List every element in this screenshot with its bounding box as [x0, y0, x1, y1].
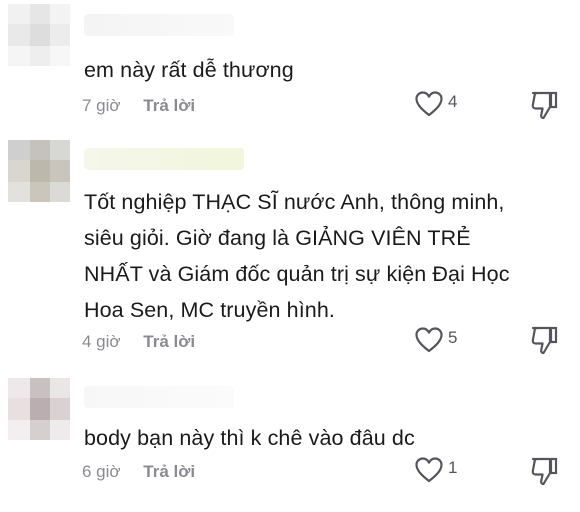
thumbs-down-icon [531, 457, 558, 486]
like-count: 4 [448, 92, 458, 111]
comment-text: body bạn này thì k chê vào đâu dc [84, 426, 415, 450]
reply-button[interactable]: Trả lời [143, 462, 195, 482]
like-count: 5 [448, 328, 458, 347]
comment-meta: 6 giờ Trả lời [82, 462, 195, 482]
like-button[interactable]: 4 [414, 88, 470, 120]
reply-button[interactable]: Trả lời [143, 332, 195, 352]
dislike-button[interactable] [527, 88, 561, 122]
comment-time: 6 giờ [82, 462, 121, 481]
comment-meta: 7 giờ Trả lời [82, 96, 195, 116]
like-count: 1 [448, 458, 458, 477]
heart-outline-icon [415, 327, 443, 353]
thumbs-down-icon [531, 91, 558, 120]
comment-item: body bạn này thì k chê vào đâu dc 6 giờ … [0, 370, 580, 512]
like-button[interactable]: 1 [414, 454, 470, 486]
thumbs-down-icon [531, 326, 558, 355]
avatar[interactable] [8, 140, 70, 202]
username-blurred[interactable] [84, 386, 234, 408]
comment-item: Tốt nghiệp THẠC SĨ nước Anh, thông minh,… [0, 130, 580, 360]
dislike-button[interactable] [527, 454, 561, 488]
avatar[interactable] [8, 378, 70, 440]
comment-time: 7 giờ [82, 96, 121, 115]
comment-time: 4 giờ [82, 332, 121, 351]
comment-text: Tốt nghiệp THẠC SĨ nước Anh, thông minh,… [84, 190, 510, 322]
username-blurred[interactable] [84, 148, 244, 170]
comment-text: em này rất dễ thương [84, 58, 294, 82]
reply-button[interactable]: Trả lời [143, 96, 195, 116]
dislike-button[interactable] [527, 323, 561, 357]
username-blurred[interactable] [84, 14, 234, 36]
comment-item: em này rất dễ thương 7 giờ Trả lời 4 [0, 0, 580, 130]
comment-meta: 4 giờ Trả lời [82, 332, 195, 352]
avatar[interactable] [8, 4, 70, 66]
like-button[interactable]: 5 [414, 324, 470, 356]
heart-outline-icon [415, 91, 443, 117]
heart-outline-icon [415, 457, 443, 483]
